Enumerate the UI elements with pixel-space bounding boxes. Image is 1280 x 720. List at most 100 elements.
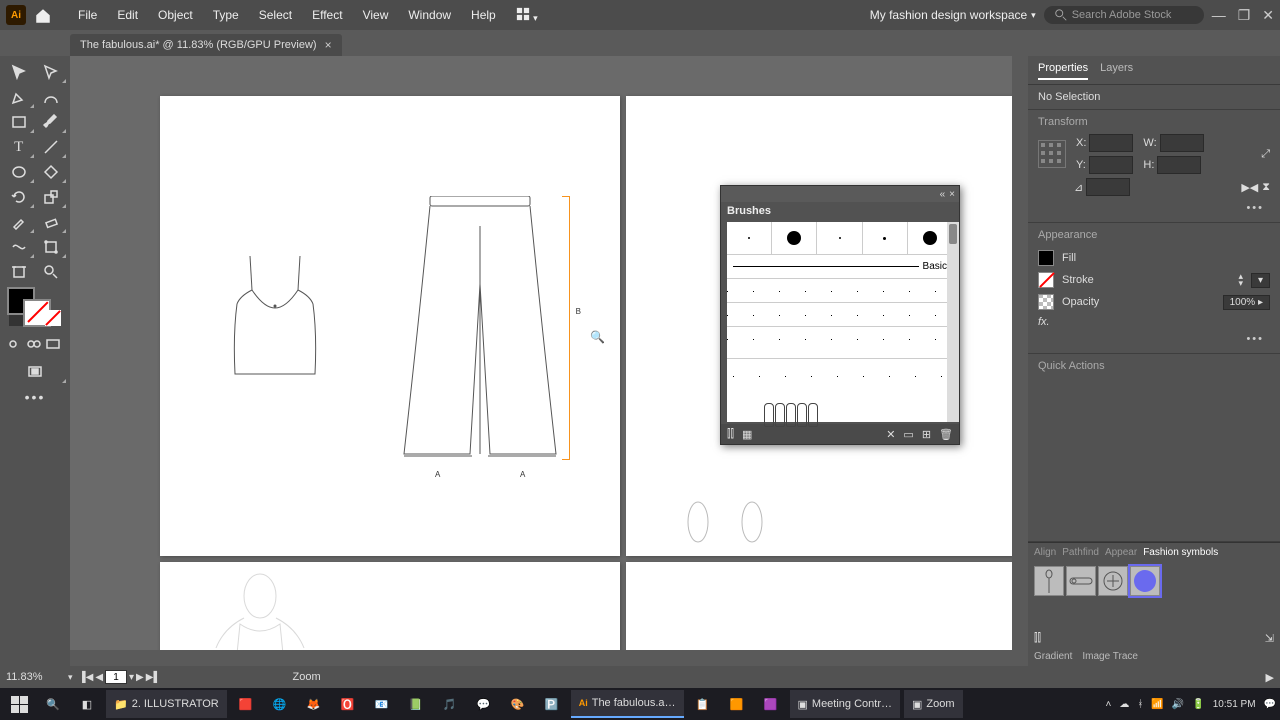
screen-mode-icon[interactable]: [3, 360, 67, 384]
zoom-level[interactable]: 11.83%: [6, 671, 62, 683]
width-tool-icon[interactable]: [3, 235, 35, 259]
tab-gradient[interactable]: Gradient: [1034, 651, 1072, 662]
taskbar-app-icon[interactable]: 🅾️: [333, 690, 363, 718]
maximize-icon[interactable]: ❐: [1238, 7, 1251, 24]
tray-chevron-icon[interactable]: ˄: [1106, 699, 1112, 710]
pen-tool-icon[interactable]: [3, 85, 35, 109]
tab-layers[interactable]: Layers: [1100, 62, 1133, 80]
transform-w-input[interactable]: [1160, 134, 1204, 152]
tab-image-trace[interactable]: Image Trace: [1082, 651, 1138, 662]
minimize-icon[interactable]: —: [1212, 7, 1226, 24]
stroke-swatch[interactable]: [1038, 272, 1054, 288]
new-brush-icon[interactable]: ⊞: [922, 428, 931, 441]
tab-appearance[interactable]: Appear: [1105, 547, 1137, 558]
first-artboard-icon[interactable]: ▐◀: [79, 672, 94, 683]
more-options-icon[interactable]: •••: [1038, 200, 1270, 216]
system-tray[interactable]: ˄ ☁ ᚼ 📶 🔊 🔋 10:51 PM 💬: [1106, 699, 1276, 710]
workspace-switcher[interactable]: My fashion design workspace ▾: [862, 8, 1044, 22]
bluetooth-icon[interactable]: ᚼ: [1137, 699, 1143, 710]
taskbar-app-icon[interactable]: 📗: [401, 690, 431, 718]
taskbar-app-icon[interactable]: 🟥: [231, 690, 261, 718]
transform-h-input[interactable]: [1157, 156, 1201, 174]
symbol-item-selected[interactable]: [1130, 566, 1160, 596]
taskbar-folder[interactable]: 📁 2. ILLUSTRATOR: [106, 690, 227, 718]
artboard-number-input[interactable]: [105, 670, 127, 684]
taskbar-app-icon[interactable]: 🟧: [722, 690, 752, 718]
horizontal-scrollbar[interactable]: [70, 650, 1028, 666]
transform-x-input[interactable]: [1089, 134, 1133, 152]
menu-edit[interactable]: Edit: [107, 8, 148, 22]
scale-tool-icon[interactable]: [36, 185, 68, 209]
next-artboard-icon[interactable]: ▶: [136, 672, 144, 683]
taskbar-app-icon[interactable]: 💬: [469, 690, 499, 718]
document-tab[interactable]: The fabulous.ai* @ 11.83% (RGB/GPU Previ…: [70, 34, 342, 56]
brush-options-icon[interactable]: ▭: [903, 428, 913, 441]
delete-brush-icon[interactable]: 🗑: [939, 428, 953, 441]
flip-horiz-icon[interactable]: ▶◀: [1241, 181, 1258, 194]
stock-search[interactable]: Search Adobe Stock: [1044, 6, 1204, 24]
arrange-docs-icon[interactable]: ▾: [506, 7, 548, 24]
zoom-tool-icon[interactable]: [36, 260, 68, 284]
taskbar-window[interactable]: ▣ Zoom: [904, 690, 963, 718]
direct-selection-tool-icon[interactable]: [36, 60, 68, 84]
draw-behind-icon[interactable]: [27, 335, 43, 353]
selection-tool-icon[interactable]: [3, 60, 35, 84]
taskbar-app-icon[interactable]: 🦊: [299, 690, 329, 718]
taskbar-app-icon[interactable]: 🌐: [265, 690, 295, 718]
break-link-icon[interactable]: ⇲: [1265, 632, 1274, 645]
symbol-item[interactable]: [1034, 566, 1064, 596]
clock[interactable]: 10:51 PM: [1213, 699, 1256, 710]
close-icon[interactable]: ✕: [1262, 7, 1274, 24]
collapse-panel-icon[interactable]: «: [940, 189, 946, 200]
free-transform-tool-icon[interactable]: [36, 235, 68, 259]
taskbar-app-icon[interactable]: 🎵: [435, 690, 465, 718]
taskbar-app-icon[interactable]: 📋: [688, 690, 718, 718]
ellipse-tool-icon[interactable]: [3, 160, 35, 184]
transform-y-input[interactable]: [1089, 156, 1133, 174]
brushes-list[interactable]: Basic: [727, 222, 953, 422]
tab-pathfinder[interactable]: Pathfind: [1062, 547, 1099, 558]
menu-file[interactable]: File: [68, 8, 107, 22]
rotate-tool-icon[interactable]: [3, 185, 35, 209]
taskbar-app-icon[interactable]: 🟪: [756, 690, 786, 718]
stroke-weight-select[interactable]: ▾: [1251, 273, 1270, 288]
menu-view[interactable]: View: [353, 8, 399, 22]
rectangle-tool-icon[interactable]: [3, 110, 35, 134]
draw-inside-icon[interactable]: [45, 335, 61, 353]
menu-select[interactable]: Select: [249, 8, 302, 22]
menu-type[interactable]: Type: [203, 8, 249, 22]
vertical-scrollbar[interactable]: [1012, 56, 1028, 650]
taskbar-app-icon[interactable]: 🎨: [503, 690, 533, 718]
brush-libraries-icon[interactable]: ⫿⫿: [727, 428, 734, 441]
fill-swatch[interactable]: [1038, 250, 1054, 266]
close-panel-icon[interactable]: ×: [949, 189, 955, 200]
symbol-item[interactable]: [1066, 566, 1096, 596]
home-icon[interactable]: [34, 7, 52, 23]
menu-window[interactable]: Window: [398, 8, 461, 22]
tab-properties[interactable]: Properties: [1038, 62, 1088, 80]
taskbar-search-icon[interactable]: 🔍: [38, 690, 68, 718]
symbol-libraries-icon[interactable]: ⫿⫿: [1034, 632, 1041, 645]
volume-icon[interactable]: 🔊: [1172, 699, 1184, 710]
brushes-scrollbar[interactable]: [947, 222, 959, 422]
task-view-icon[interactable]: ◧: [72, 690, 102, 718]
draw-normal-icon[interactable]: [9, 335, 25, 353]
taskbar-window[interactable]: Ai The fabulous.a…: [571, 690, 684, 718]
notifications-icon[interactable]: 💬: [1264, 699, 1276, 710]
symbol-item[interactable]: [1098, 566, 1128, 596]
remove-stroke-icon[interactable]: ✕: [886, 428, 895, 441]
eraser-tool-icon[interactable]: [36, 210, 68, 234]
libraries-menu-icon[interactable]: ▦: [742, 428, 752, 441]
start-button[interactable]: [4, 690, 34, 718]
menu-effect[interactable]: Effect: [302, 8, 352, 22]
taskbar-app-icon[interactable]: 🅿️: [537, 690, 567, 718]
battery-icon[interactable]: 🔋: [1192, 699, 1204, 710]
opacity-swatch[interactable]: [1038, 294, 1054, 310]
tab-align[interactable]: Align: [1034, 547, 1056, 558]
tab-fashion-symbols[interactable]: Fashion symbols: [1143, 547, 1218, 558]
none-mode-icon[interactable]: [45, 310, 61, 326]
paintbrush-tool-icon[interactable]: [36, 110, 68, 134]
stroke-weight-stepper[interactable]: ▴▾: [1238, 273, 1243, 287]
menu-help[interactable]: Help: [461, 8, 506, 22]
last-artboard-icon[interactable]: ▶▌: [146, 672, 161, 683]
